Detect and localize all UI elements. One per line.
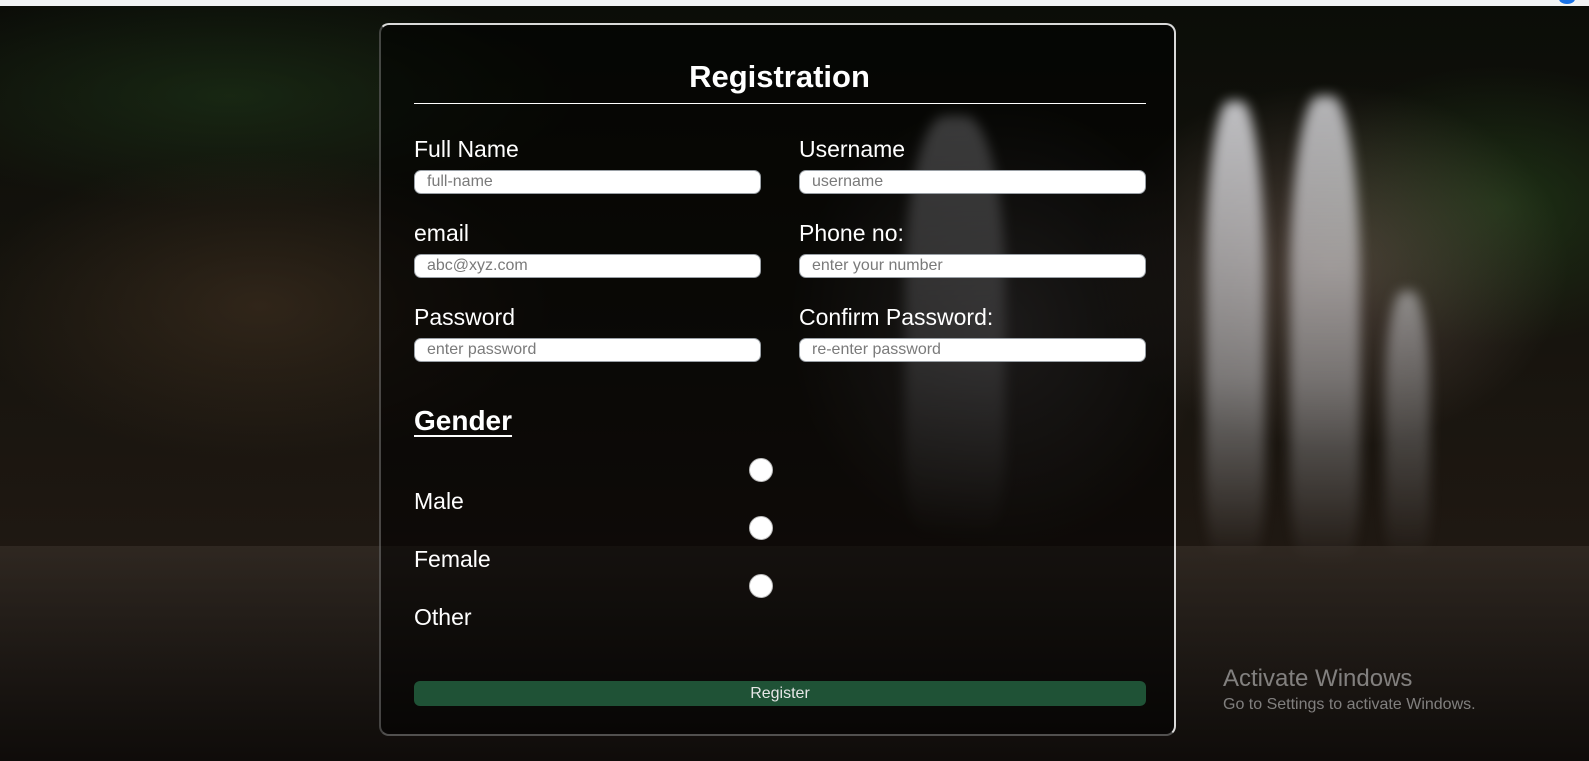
title-divider — [414, 103, 1146, 104]
browser-corner-icon — [1559, 0, 1575, 4]
phone-label: Phone no: — [799, 220, 904, 246]
waterfall-right-1 — [1205, 101, 1265, 561]
registration-card: Registration Full Name Username email Ph… — [379, 23, 1176, 736]
gender-heading: Gender — [414, 405, 513, 436]
activate-windows-watermark: Activate Windows Go to Settings to activ… — [1223, 664, 1476, 716]
radio-female[interactable] — [749, 516, 773, 540]
gender-option-other: Other — [414, 604, 472, 630]
watermark-subtitle: Go to Settings to activate Windows. — [1223, 696, 1476, 713]
password-label: Password — [414, 304, 515, 330]
confirm-password-label: Confirm Password: — [799, 304, 994, 330]
full-name-label: Full Name — [414, 136, 519, 162]
gender-option-female: Female — [414, 546, 491, 572]
confirm-password-input[interactable] — [799, 338, 1146, 362]
password-input[interactable] — [414, 338, 761, 362]
waterfall-right-2 — [1290, 96, 1360, 566]
email-input[interactable] — [414, 254, 761, 278]
username-label: Username — [799, 136, 906, 162]
radio-male[interactable] — [749, 458, 773, 482]
full-name-input[interactable] — [414, 170, 761, 194]
gender-option-male: Male — [414, 488, 464, 514]
form-title: Registration — [689, 59, 870, 94]
phone-input[interactable] — [799, 254, 1146, 278]
register-button[interactable]: Register — [414, 681, 1146, 706]
waterfall-right-3 — [1385, 291, 1430, 561]
radio-other[interactable] — [749, 574, 773, 598]
watermark-title: Activate Windows — [1223, 665, 1413, 692]
username-input[interactable] — [799, 170, 1146, 194]
email-label: email — [414, 220, 469, 246]
